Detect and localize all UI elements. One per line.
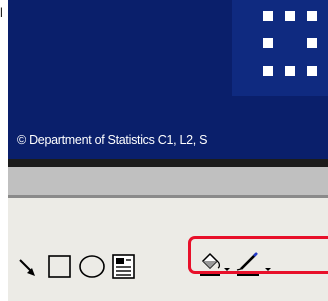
oval-icon <box>79 255 105 278</box>
pattern-square <box>263 11 273 21</box>
rectangle-icon <box>48 255 71 278</box>
pattern-square <box>307 38 317 48</box>
text-box-tool-button[interactable] <box>111 253 137 281</box>
divider-bar <box>8 159 328 167</box>
pattern-square <box>285 11 295 21</box>
oval-tool-button[interactable] <box>78 254 108 280</box>
text-box-icon <box>112 254 135 279</box>
arrow-tool-button[interactable] <box>18 257 40 279</box>
pattern-square <box>263 38 273 48</box>
pattern-square <box>263 66 273 76</box>
rectangle-tool-button[interactable] <box>47 254 73 280</box>
highlight-box <box>188 236 328 274</box>
pattern-square <box>285 66 295 76</box>
arrow-icon <box>19 259 35 276</box>
window-edge-text: l <box>0 5 3 20</box>
toolbar-top-edge <box>8 198 328 208</box>
slide-preview: © Department of Statistics C1, L2, S <box>8 0 328 159</box>
scrollbar-track[interactable] <box>8 167 328 195</box>
pattern-square <box>307 66 317 76</box>
slide-dot-pattern <box>232 0 328 96</box>
pattern-square <box>307 11 317 21</box>
slide-footer-text: © Department of Statistics C1, L2, S <box>17 133 208 147</box>
